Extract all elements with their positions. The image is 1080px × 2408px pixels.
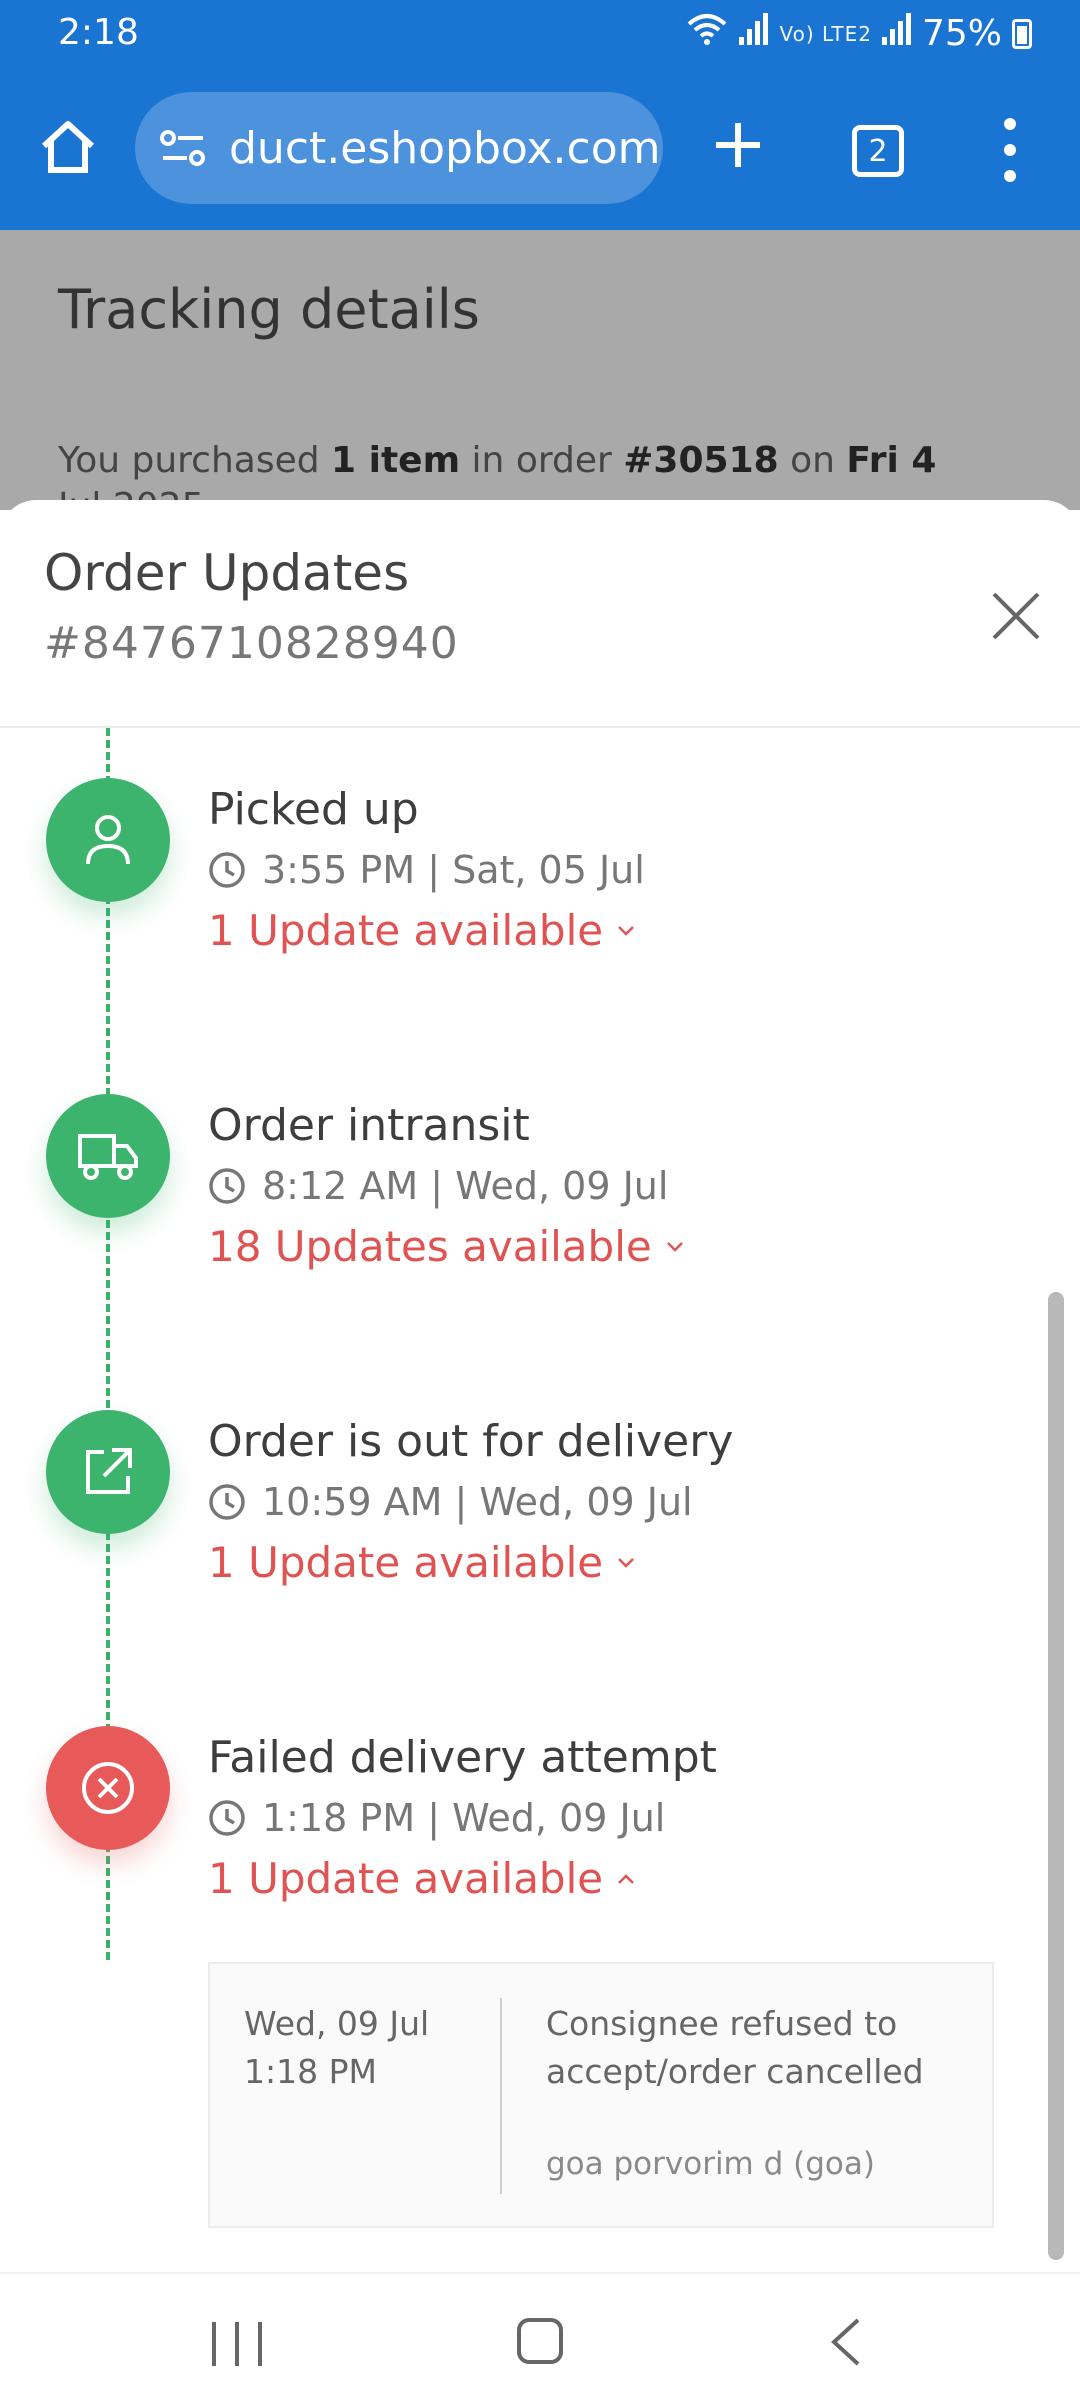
status-bar: 2:18 Vo) LTE2 75%: [0, 0, 1080, 70]
chevron-down-icon: [618, 925, 634, 936]
status-time: 2:18: [58, 12, 139, 53]
sheet-title: Order Updates: [44, 544, 410, 602]
event-time: 8:12 AM | Wed, 09 Jul: [208, 1164, 668, 1208]
browser-toolbar: 2:18 Vo) LTE2 75% duct.eshopbox.com 2: [0, 0, 1080, 230]
updates-count[interactable]: 1 Update available: [208, 1538, 603, 1587]
summary-order-number: #30518: [623, 440, 779, 481]
menu-dot: [1004, 118, 1016, 130]
clock-icon: [209, 1800, 245, 1836]
recents-button[interactable]: [212, 2322, 262, 2366]
signal-icon-2: [881, 13, 912, 54]
chevron-down-icon: [618, 1557, 634, 1568]
summary-item-count: 1 item: [331, 440, 461, 481]
truck-icon: [78, 1134, 138, 1180]
url-text[interactable]: duct.eshopbox.com: [229, 123, 660, 174]
chevron-down-icon: [666, 1241, 683, 1252]
event-time-text: 1:18 PM | Wed, 09 Jul: [262, 1796, 666, 1840]
event-time: 3:55 PM | Sat, 05 Jul: [208, 848, 645, 892]
updates-count[interactable]: 18 Updates available: [208, 1222, 652, 1271]
person-icon: [86, 815, 130, 865]
tab-switcher-button[interactable]: 2: [852, 125, 904, 177]
detail-divider: [500, 1998, 502, 2194]
timeline-event: Order is out for delivery 10:59 AM | Wed…: [0, 1360, 1040, 1587]
event-status-dot: [46, 1094, 170, 1218]
updates-toggle[interactable]: 18 Updates available: [208, 1222, 684, 1271]
sheet-header: Order Updates #8476710828940: [0, 500, 1080, 728]
event-status-dot: [46, 1410, 170, 1534]
clock-icon: [209, 852, 245, 888]
detail-location: goa porvorim d (goa): [546, 2146, 875, 2182]
status-icons: Vo) LTE2 75%: [685, 12, 1032, 55]
summary-text: on: [778, 440, 847, 481]
detail-time: 1:18 PM: [244, 2052, 377, 2091]
event-time-text: 8:12 AM | Wed, 09 Jul: [262, 1164, 669, 1208]
close-icon[interactable]: [988, 588, 1044, 644]
plus-icon: [716, 123, 760, 167]
signal-icon: [739, 13, 769, 54]
updates-toggle[interactable]: 1 Update available: [208, 1538, 635, 1587]
summary-date: Fri 4: [846, 440, 937, 481]
back-icon[interactable]: [826, 2316, 866, 2368]
clock-icon: [209, 1484, 245, 1520]
event-title: Order is out for delivery: [208, 1416, 734, 1467]
home-nav-button[interactable]: [517, 2318, 563, 2364]
wifi-icon: [685, 12, 729, 55]
recents-bar: [212, 2322, 216, 2366]
updates-toggle[interactable]: 1 Update available: [208, 1854, 635, 1903]
detail-date: Wed, 09 Jul: [244, 2004, 430, 2043]
recents-bar: [235, 2322, 239, 2366]
order-summary: You purchased 1 item in order #30518 on …: [58, 440, 936, 481]
event-time-text: 3:55 PM | Sat, 05 Jul: [262, 848, 645, 892]
network-label: Vo) LTE2: [779, 21, 872, 46]
update-detail-card: Wed, 09 Jul 1:18 PM Consignee refused to…: [208, 1962, 994, 2228]
clock-icon: [209, 1168, 245, 1204]
recents-bar: [258, 2322, 262, 2366]
updates-count[interactable]: 1 Update available: [208, 906, 603, 955]
order-updates-sheet: Order Updates #8476710828940 Picked up 3…: [0, 500, 1080, 2272]
background-page: Tracking details You purchased 1 item in…: [0, 230, 1080, 510]
page-title: Tracking details: [58, 278, 480, 341]
event-time: 10:59 AM | Wed, 09 Jul: [208, 1480, 693, 1524]
battery-level: 75%: [921, 13, 1002, 54]
summary-text: in order: [460, 440, 624, 481]
summary-text: You purchased: [58, 440, 332, 481]
updates-count[interactable]: 1 Update available: [208, 1854, 603, 1903]
battery-icon: [1012, 18, 1032, 49]
event-status-dot: [46, 778, 170, 902]
timeline-event: Order intransit 8:12 AM | Wed, 09 Jul 18…: [0, 1044, 1040, 1271]
updates-toggle[interactable]: 1 Update available: [208, 906, 635, 955]
timeline-event: Picked up 3:55 PM | Sat, 05 Jul 1 Update…: [0, 728, 1040, 955]
menu-dot: [1004, 144, 1016, 156]
event-status-dot: [46, 1726, 170, 1850]
event-title: Failed delivery attempt: [208, 1732, 717, 1783]
scrollbar[interactable]: [1048, 1292, 1064, 2260]
event-time-text: 10:59 AM | Wed, 09 Jul: [262, 1480, 693, 1524]
external-link-icon: [86, 1448, 132, 1494]
site-settings-icon[interactable]: [159, 128, 207, 168]
home-icon: [41, 121, 95, 173]
chevron-up-icon: [618, 1873, 634, 1884]
detail-datetime: Wed, 09 Jul 1:18 PM: [244, 2000, 429, 2096]
home-button[interactable]: [36, 115, 100, 179]
new-tab-button[interactable]: [708, 115, 768, 175]
detail-status: Consignee refused to accept/order cancel…: [546, 2004, 924, 2091]
event-time: 1:18 PM | Wed, 09 Jul: [208, 1796, 665, 1840]
timeline-event: Failed delivery attempt 1:18 PM | Wed, 0…: [0, 1676, 1040, 1903]
event-title: Picked up: [208, 784, 419, 835]
more-menu-button[interactable]: [995, 118, 1025, 182]
menu-dot: [1004, 170, 1016, 182]
address-bar[interactable]: duct.eshopbox.com: [135, 92, 663, 204]
x-circle-icon: [82, 1762, 134, 1814]
system-navigation-bar: [0, 2272, 1080, 2408]
event-title: Order intransit: [208, 1100, 530, 1151]
tracking-number: #8476710828940: [44, 618, 459, 669]
